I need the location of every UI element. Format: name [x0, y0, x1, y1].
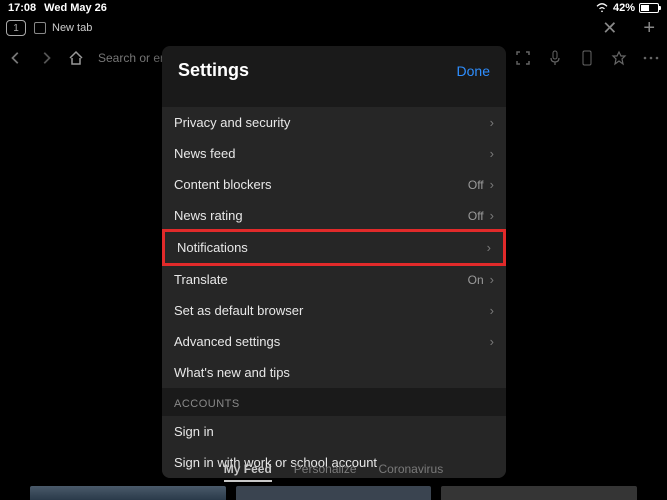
row-notifications[interactable]: Notifications › [162, 229, 506, 266]
row-sign-in[interactable]: Sign in [162, 416, 506, 447]
status-time: 17:08 [8, 2, 36, 14]
wifi-icon [595, 3, 609, 13]
feed-tab-coronavirus[interactable]: Coronavirus [379, 462, 444, 482]
favorites-icon[interactable] [611, 50, 627, 66]
chevron-right-icon: › [490, 115, 494, 130]
chevron-right-icon: › [490, 303, 494, 318]
device-icon[interactable] [579, 50, 595, 66]
row-default-browser[interactable]: Set as default browser › [162, 295, 506, 326]
page-icon [34, 22, 46, 34]
feed-tab-my-feed[interactable]: My Feed [224, 462, 272, 482]
row-value: Off [468, 178, 484, 192]
chevron-right-icon: › [490, 208, 494, 223]
forward-button[interactable] [38, 50, 54, 66]
row-whats-new[interactable]: What's new and tips [162, 357, 506, 388]
row-label: Advanced settings [174, 334, 490, 349]
feed-card[interactable] [441, 486, 637, 500]
row-news-feed[interactable]: News feed › [162, 138, 506, 169]
chevron-right-icon: › [490, 177, 494, 192]
row-advanced-settings[interactable]: Advanced settings › [162, 326, 506, 357]
row-label: What's new and tips [174, 365, 494, 380]
settings-title: Settings [178, 60, 249, 81]
tab-count-button[interactable]: 1 [6, 20, 26, 36]
feed-tab-personalize[interactable]: Personalize [294, 462, 357, 482]
row-label: News feed [174, 146, 490, 161]
done-button[interactable]: Done [457, 63, 490, 79]
row-label: Sign in [174, 424, 494, 439]
home-button[interactable] [68, 50, 84, 66]
tab-label: New tab [52, 22, 92, 34]
chevron-right-icon: › [490, 334, 494, 349]
row-value: On [468, 273, 484, 287]
row-label: Content blockers [174, 177, 468, 192]
tab-bar: 1 New tab ✕ + [0, 16, 667, 40]
scan-icon[interactable] [515, 50, 531, 66]
tab-new-tab[interactable]: New tab [34, 22, 92, 34]
battery-icon [639, 3, 659, 13]
row-news-rating[interactable]: News rating Off › [162, 200, 506, 231]
back-button[interactable] [8, 50, 24, 66]
row-privacy-security[interactable]: Privacy and security › [162, 107, 506, 138]
close-tab-button[interactable]: ✕ [592, 18, 627, 39]
row-content-blockers[interactable]: Content blockers Off › [162, 169, 506, 200]
more-icon[interactable] [643, 50, 659, 66]
chevron-right-icon: › [487, 240, 491, 255]
chevron-right-icon: › [490, 146, 494, 161]
settings-list: Privacy and security › News feed › Conte… [162, 107, 506, 388]
row-label: Set as default browser [174, 303, 490, 318]
new-tab-button[interactable]: + [637, 17, 661, 40]
accounts-section-header: ACCOUNTS [162, 388, 506, 416]
settings-modal: Settings Done Privacy and security › New… [162, 46, 506, 478]
row-label: Translate [174, 272, 468, 287]
mic-icon[interactable] [547, 50, 563, 66]
feed-card[interactable] [236, 486, 432, 500]
row-label: News rating [174, 208, 468, 223]
row-translate[interactable]: Translate On › [162, 264, 506, 295]
status-date: Wed May 26 [44, 2, 107, 14]
feed-card[interactable] [30, 486, 226, 500]
feed-tabs: My Feed Personalize Coronavirus [0, 462, 667, 482]
row-label: Notifications [177, 240, 487, 255]
row-label: Privacy and security [174, 115, 490, 130]
feed-thumbnails [0, 486, 667, 500]
status-bar: 17:08 Wed May 26 42% [0, 0, 667, 16]
chevron-right-icon: › [490, 272, 494, 287]
battery-percent: 42% [613, 2, 635, 14]
row-value: Off [468, 209, 484, 223]
